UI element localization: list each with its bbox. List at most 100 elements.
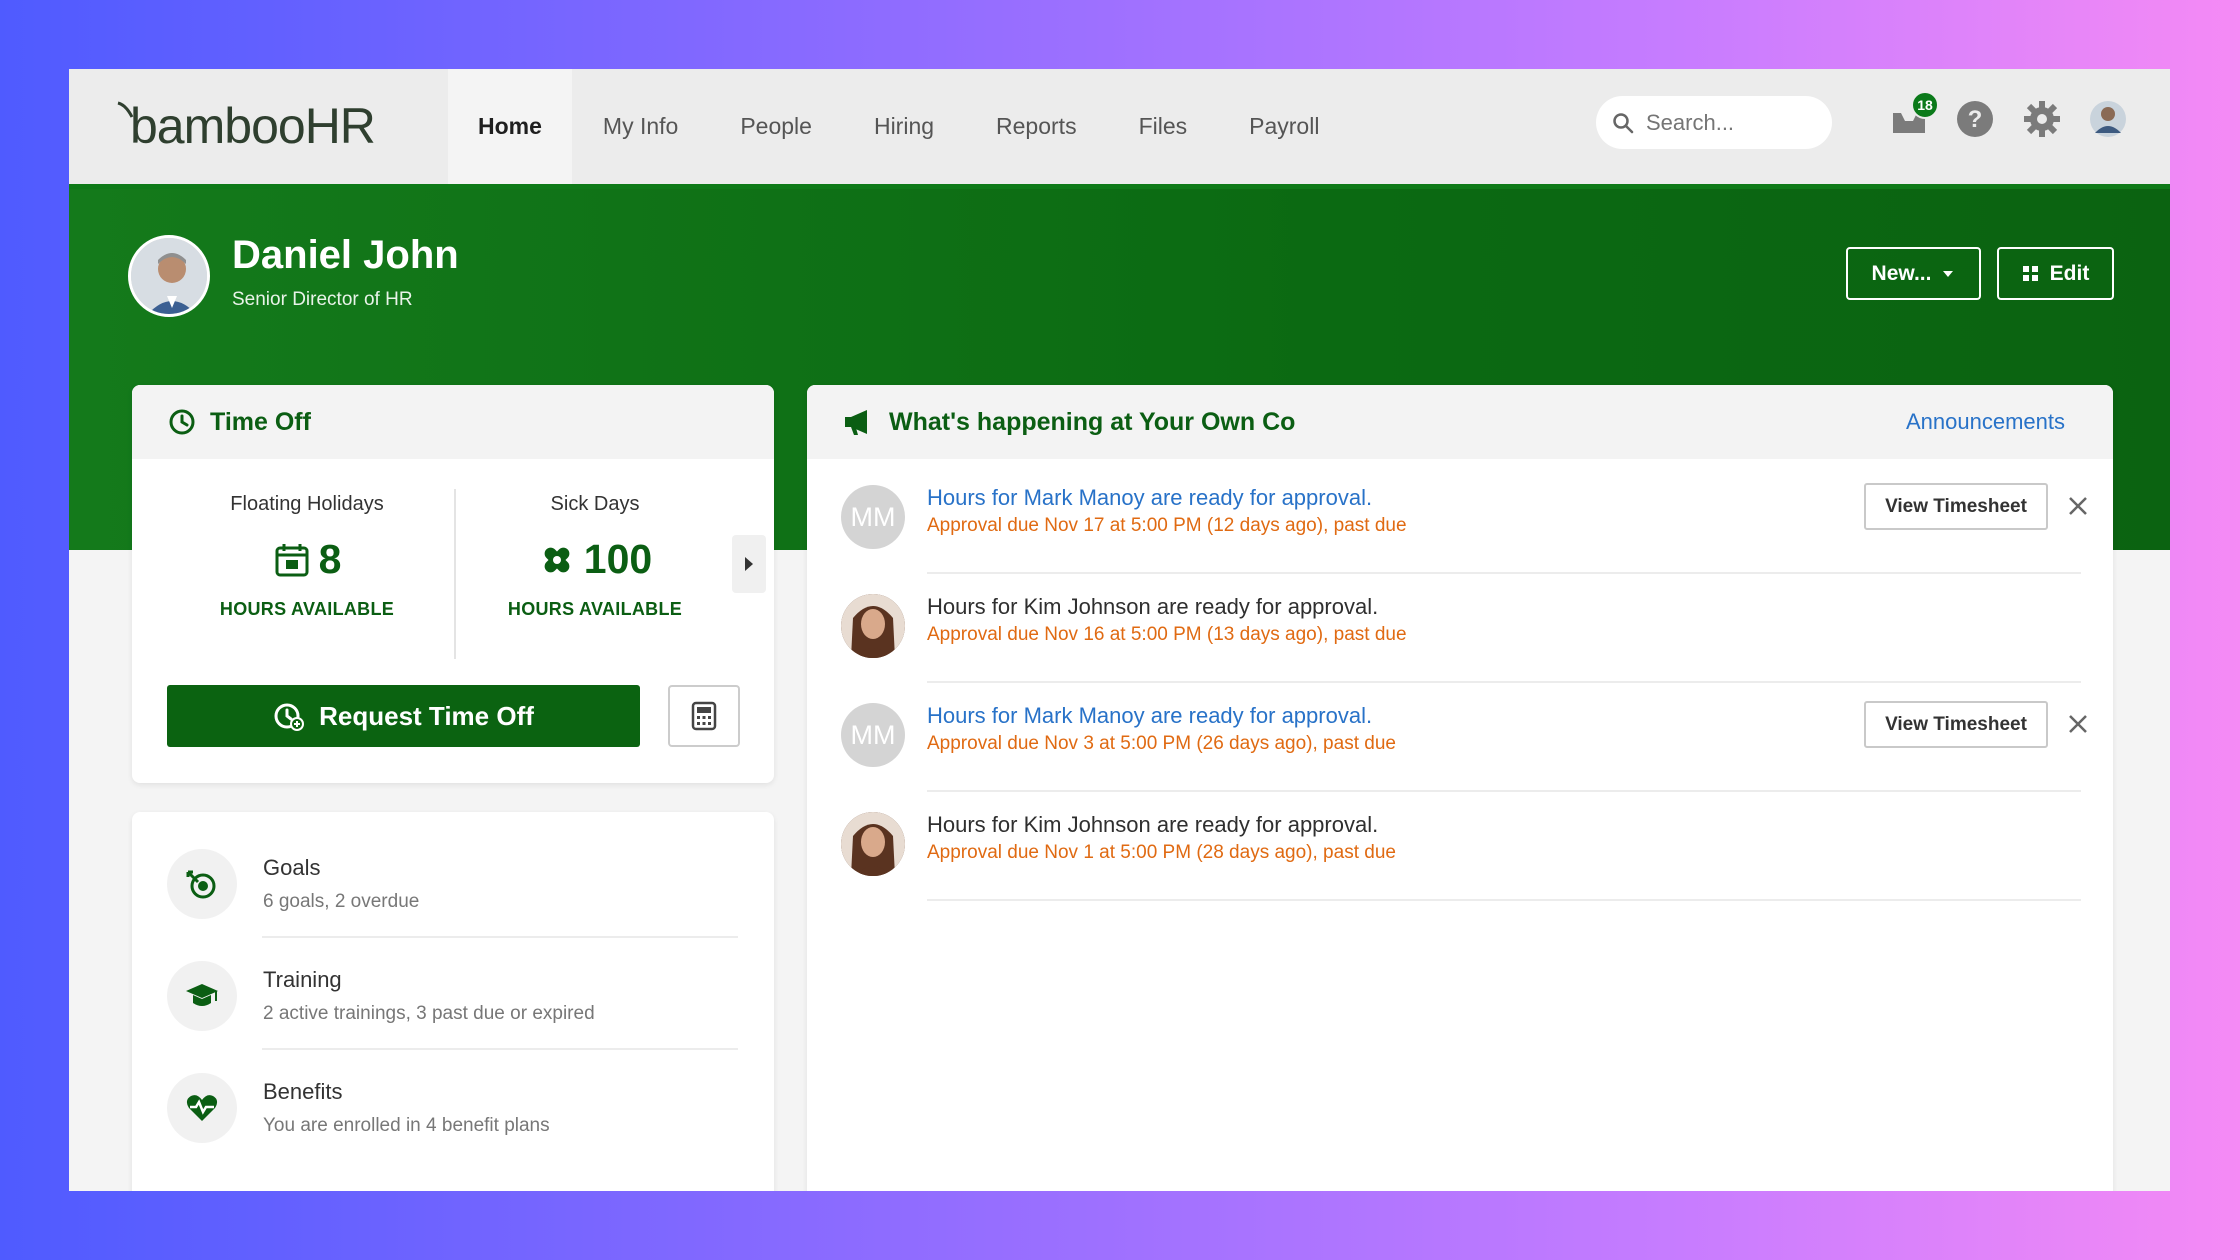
feed-item-due: Approval due Nov 1 at 5:00 PM (28 days a… <box>927 842 1396 863</box>
help-button[interactable]: ? <box>1955 99 1999 143</box>
svg-text:?: ? <box>1968 106 1983 133</box>
whats-happening-card: What's happening at Your Own Co Announce… <box>807 385 2113 1191</box>
chevron-right-icon <box>745 557 753 571</box>
close-icon[interactable] <box>2063 709 2093 739</box>
training-title: Training <box>263 967 342 992</box>
tab-home[interactable]: Home <box>448 69 572 184</box>
goals-icon <box>167 849 237 919</box>
tab-people[interactable]: People <box>709 69 843 184</box>
feed-item-title[interactable]: Hours for Mark Manoy are ready for appro… <box>927 485 1372 511</box>
new-button-label: New... <box>1871 261 1932 285</box>
search-icon <box>1613 112 1634 133</box>
feed-item-title: Hours for Kim Johnson are ready for appr… <box>927 594 1379 619</box>
bandage-icon <box>544 547 570 572</box>
time-off-card: Time Off Floating Holidays 8 HOURS AVAIL… <box>132 385 774 783</box>
whats-happening-header: What's happening at Your Own Co Announce… <box>807 385 2113 459</box>
grid-icon <box>2022 265 2038 281</box>
feed-item-due: Approval due Nov 3 at 5:00 PM (26 days a… <box>927 733 1396 754</box>
balance-value-row: 100 <box>480 536 710 583</box>
bamboohr-logo[interactable]: bambooHR <box>116 97 416 157</box>
initials-avatar: MM <box>841 703 905 767</box>
benefits-title: Benefits <box>263 1079 343 1104</box>
balance-value: 100 <box>583 536 653 582</box>
profile-photo-image <box>131 238 207 314</box>
app-window: bambooHR Home My Info People Hiring Repo… <box>69 69 2170 1191</box>
quick-links-divider <box>262 936 738 938</box>
feed-divider <box>927 572 2081 574</box>
tab-payroll[interactable]: Payroll <box>1218 69 1350 184</box>
close-icon[interactable] <box>2063 491 2093 521</box>
feed-item: Hours for Kim Johnson are ready for appr… <box>841 582 2081 690</box>
feed-item-due: Approval due Nov 16 at 5:00 PM (13 days … <box>927 624 1407 645</box>
user-avatar <box>2090 101 2126 137</box>
main-tabs: Home My Info People Hiring Reports Files… <box>448 69 1350 184</box>
tab-files[interactable]: Files <box>1108 69 1219 184</box>
feed-item-due: Approval due Nov 17 at 5:00 PM (12 days … <box>927 515 1407 536</box>
logo-text: bambooHR <box>130 98 376 154</box>
quick-links-card: Goals 6 goals, 2 overdue Training 2 acti… <box>132 812 774 1191</box>
benefits-subtitle: You are enrolled in 4 benefit plans <box>263 1115 550 1136</box>
request-time-off-button[interactable]: Request Time Off <box>167 685 640 747</box>
calendar-icon <box>275 543 309 576</box>
tab-reports[interactable]: Reports <box>965 69 1108 184</box>
time-off-header: Time Off <box>132 385 774 459</box>
floating-holidays-balance[interactable]: Floating Holidays 8 HOURS AVAILABLE <box>192 493 422 620</box>
settings-button[interactable] <box>2022 99 2066 143</box>
feed-item: MM Hours for Mark Manoy are ready for ap… <box>841 691 2087 799</box>
caret-down-icon <box>1943 270 1954 277</box>
user-menu-button[interactable] <box>2088 99 2132 143</box>
tab-hiring[interactable]: Hiring <box>843 69 965 184</box>
search-input[interactable] <box>1646 109 1816 136</box>
feed-divider <box>927 681 2081 683</box>
balance-value: 8 <box>318 536 342 582</box>
sick-days-balance[interactable]: Sick Days 100 HOURS AVAILABLE <box>480 493 710 620</box>
feed-item: Hours for Kim Johnson are ready for appr… <box>841 800 2081 908</box>
calculator-button[interactable] <box>668 685 740 747</box>
kim-johnson-avatar <box>841 594 905 658</box>
feed-divider <box>927 790 2081 792</box>
edit-button-label: Edit <box>2049 261 2090 285</box>
goals-subtitle: 6 goals, 2 overdue <box>263 891 420 912</box>
quick-links-divider <box>262 1048 738 1050</box>
balance-unit: HOURS AVAILABLE <box>219 599 395 619</box>
profile-job-title: Senior Director of HR <box>232 289 413 310</box>
balance-value-row: 8 <box>192 536 422 583</box>
search-box[interactable] <box>1596 96 1832 149</box>
balance-unit: HOURS AVAILABLE <box>507 599 683 619</box>
view-timesheet-button[interactable]: View Timesheet <box>1864 483 2048 530</box>
graduation-cap-icon <box>167 961 237 1031</box>
inbox-button[interactable]: 18 <box>1889 91 1939 143</box>
profile-name: Daniel John <box>232 233 459 277</box>
training-subtitle: 2 active trainings, 3 past due or expire… <box>263 1003 595 1024</box>
next-balance-button[interactable] <box>732 535 766 593</box>
gear-icon <box>2024 101 2060 137</box>
heart-icon <box>167 1073 237 1143</box>
inbox-badge: 18 <box>1911 91 1939 119</box>
edit-button[interactable]: Edit <box>1997 247 2114 300</box>
announcements-link[interactable]: Announcements <box>1906 409 2065 435</box>
feed-divider <box>927 899 2081 901</box>
balance-label: Sick Days <box>550 493 640 515</box>
top-navigation: bambooHR Home My Info People Hiring Repo… <box>69 69 2170 184</box>
balance-label: Floating Holidays <box>230 493 384 515</box>
whats-happening-title: What's happening at Your Own Co <box>889 407 1296 436</box>
help-icon: ? <box>1957 101 1993 137</box>
tab-my-info[interactable]: My Info <box>572 69 709 184</box>
kim-johnson-avatar <box>841 812 905 876</box>
goals-link[interactable]: Goals 6 goals, 2 overdue <box>167 828 738 940</box>
initials-avatar: MM <box>841 485 905 549</box>
new-dropdown-button[interactable]: New... <box>1846 247 1981 300</box>
feed-item-title: Hours for Kim Johnson are ready for appr… <box>927 812 1379 837</box>
profile-photo <box>128 235 210 317</box>
training-link[interactable]: Training 2 active trainings, 3 past due … <box>167 940 738 1052</box>
balance-divider <box>454 489 456 659</box>
time-off-title: Time Off <box>210 407 311 436</box>
feed-item-title[interactable]: Hours for Mark Manoy are ready for appro… <box>927 703 1372 729</box>
request-time-off-label: Request Time Off <box>319 700 534 731</box>
time-off-icon <box>169 409 195 435</box>
calculator-icon <box>691 701 717 731</box>
goals-title: Goals <box>263 855 321 880</box>
feed-item: MM Hours for Mark Manoy are ready for ap… <box>841 473 2087 581</box>
benefits-link[interactable]: Benefits You are enrolled in 4 benefit p… <box>167 1052 738 1164</box>
view-timesheet-button[interactable]: View Timesheet <box>1864 701 2048 748</box>
